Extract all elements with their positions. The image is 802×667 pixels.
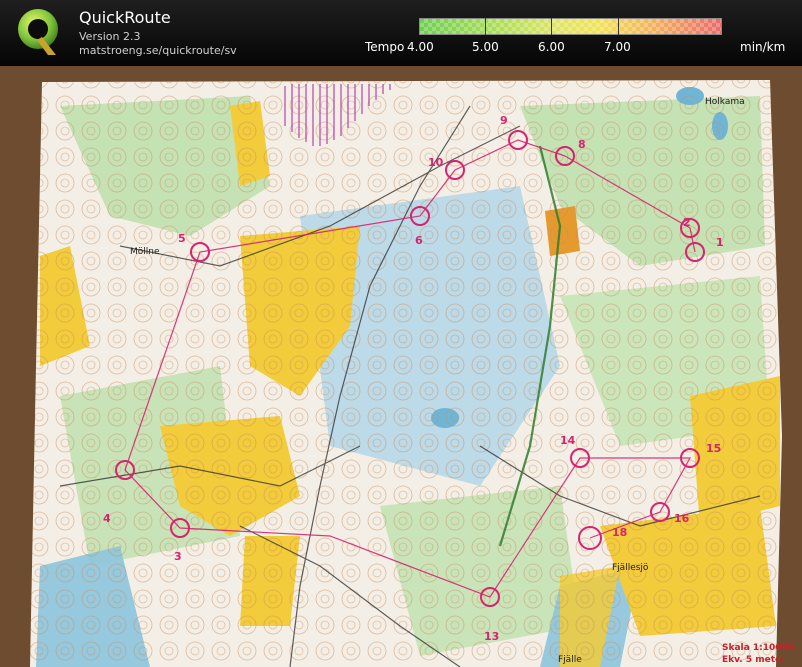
map-canvas[interactable]: 1 2 3 4 5 6 8 9 10 13 14 15 16 18 Holkam… <box>0 66 802 667</box>
legend-tick-mark <box>551 18 552 35</box>
control-number: 5 <box>178 232 186 245</box>
control-number: 3 <box>174 550 182 563</box>
map-scale: Skala 1:10000 <box>722 643 794 653</box>
control-number: 13 <box>484 630 499 643</box>
control-number: 16 <box>674 512 690 525</box>
control-number: 10 <box>428 156 444 169</box>
control-number: 15 <box>706 442 721 455</box>
place-name: Fjälle <box>558 655 582 665</box>
orienteering-map[interactable]: 1 2 3 4 5 6 8 9 10 13 14 15 16 18 Holkam… <box>0 66 802 667</box>
app-title: QuickRoute <box>79 8 171 27</box>
legend-tick-label: 4.00 <box>407 40 434 54</box>
control-number: 2 <box>683 216 691 229</box>
control-number: 6 <box>415 234 423 247</box>
legend-tick-mark <box>618 18 619 35</box>
tempo-color-scale <box>419 18 722 35</box>
place-name: Holkama <box>705 97 745 107</box>
place-name: Möllne <box>130 247 160 257</box>
app-version: Version 2.3 <box>79 30 141 43</box>
map-equidistance: Ekv. 5 meter <box>722 655 786 665</box>
control-number: 18 <box>612 526 627 539</box>
legend-tick-label: 7.00 <box>604 40 631 54</box>
legend-unit: min/km <box>740 40 786 54</box>
place-name: Fjällesjö <box>612 563 649 573</box>
legend-tick-label: 6.00 <box>538 40 565 54</box>
app-header: QuickRoute Version 2.3 matstroeng.se/qui… <box>0 0 802 66</box>
app-url: matstroeng.se/quickroute/sv <box>79 44 237 57</box>
control-number: 9 <box>500 114 508 127</box>
legend-label: Tempo <box>365 40 405 54</box>
legend-tick-mark <box>485 18 486 35</box>
control-number: 14 <box>560 434 576 447</box>
control-number: 4 <box>103 512 111 525</box>
control-number: 8 <box>578 138 586 151</box>
quickroute-logo-icon <box>18 9 58 55</box>
control-number: 1 <box>716 236 724 249</box>
legend-tick-label: 5.00 <box>472 40 499 54</box>
